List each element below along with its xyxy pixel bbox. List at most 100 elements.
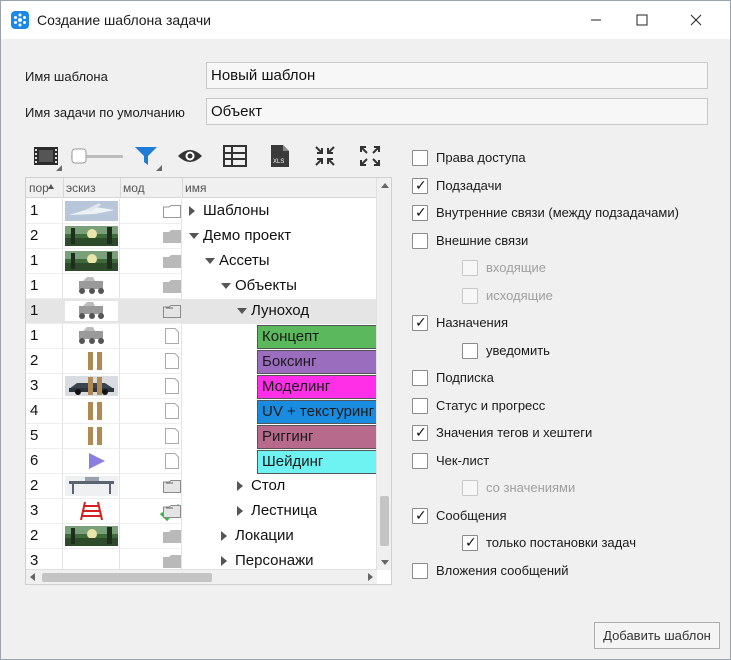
horizontal-scroll-thumb[interactable] — [42, 573, 212, 582]
scroll-right-icon[interactable] — [368, 573, 373, 581]
chevron-right-icon[interactable] — [189, 206, 195, 216]
row-name-cell: Ассеты — [183, 249, 377, 274]
option-label: Назначения — [436, 315, 509, 330]
svg-text:XLS: XLS — [273, 159, 284, 165]
task-item[interactable]: Боксинг — [257, 350, 377, 374]
check-mark-icon: ✓ — [415, 176, 427, 193]
vertical-scroll-thumb[interactable] — [380, 496, 389, 546]
chevron-down-icon[interactable] — [189, 233, 199, 239]
checkbox[interactable]: ✓ — [412, 176, 428, 194]
task-item[interactable]: Моделинг — [257, 375, 377, 399]
document-icon — [165, 328, 179, 347]
checkbox[interactable] — [412, 397, 428, 414]
template-name-label: Имя шаблона — [25, 69, 108, 84]
tree-row[interactable]: 5 Риггинг — [26, 424, 377, 449]
pause-bars-icon — [88, 426, 104, 449]
folder-icon — [163, 255, 181, 271]
horizontal-scrollbar[interactable] — [26, 569, 377, 584]
task-item[interactable]: Шейдинг — [257, 450, 377, 474]
checkbox[interactable]: ✓ — [462, 534, 478, 551]
thumbnail-image — [65, 251, 118, 271]
folder-icon — [163, 230, 181, 246]
chevron-down-icon[interactable] — [221, 283, 231, 289]
checkbox[interactable] — [412, 370, 428, 386]
row-thumbnail — [63, 474, 120, 499]
tree-row[interactable]: 3 Моделинг — [26, 374, 377, 399]
chevron-right-icon[interactable] — [237, 481, 243, 491]
folder-icon — [163, 530, 181, 546]
row-thumbnail — [63, 249, 120, 274]
checkbox[interactable] — [412, 150, 428, 166]
tree-row[interactable]: 2 Локации — [26, 524, 377, 549]
row-thumbnail — [63, 324, 120, 349]
eye-icon[interactable] — [175, 141, 205, 171]
chevron-down-icon[interactable] — [205, 258, 215, 264]
thumbnail-size-slider[interactable] — [69, 141, 125, 171]
tree-row[interactable]: 2 Стол — [26, 474, 377, 499]
row-order: 2 — [26, 349, 63, 374]
add-template-button[interactable]: Добавить шаблон — [594, 622, 720, 649]
close-button[interactable] — [673, 1, 719, 39]
row-mod — [120, 299, 182, 324]
chevron-right-icon[interactable] — [237, 506, 243, 516]
checkbox[interactable] — [412, 452, 428, 469]
tree-row[interactable]: 1 Концепт — [26, 324, 377, 349]
filter-icon[interactable] — [131, 141, 162, 171]
row-order: 1 — [26, 199, 63, 224]
row-thumbnail — [63, 224, 120, 249]
tree-row[interactable]: 3 Лестница — [26, 499, 377, 524]
checkbox[interactable]: ✓ — [412, 424, 428, 441]
xls-export-icon[interactable]: XLS — [266, 141, 294, 171]
vertical-scrollbar[interactable] — [376, 178, 391, 570]
tree-row[interactable]: 1 Шаблоны — [26, 199, 377, 224]
chevron-down-icon[interactable] — [237, 308, 247, 314]
collapse-icon[interactable] — [311, 141, 339, 171]
film-icon[interactable] — [31, 141, 62, 171]
column-mod[interactable]: мод — [123, 181, 145, 195]
tree-row[interactable]: 1 Ассеты — [26, 249, 377, 274]
option-label: Чек-лист — [436, 452, 490, 468]
row-name: Стол — [251, 477, 286, 494]
row-order: 6 — [26, 449, 63, 474]
row-order: 1 — [26, 274, 63, 299]
expand-icon[interactable] — [356, 141, 384, 171]
task-item[interactable]: Концепт — [257, 325, 377, 349]
column-name[interactable]: имя — [185, 181, 206, 195]
row-name-cell: Демо проект — [183, 224, 377, 249]
scroll-down-icon[interactable] — [381, 560, 389, 565]
row-name-cell: Луноход — [183, 299, 377, 324]
tree-row[interactable]: 6 Шейдинг — [26, 449, 377, 474]
row-name-cell: Лестница — [183, 499, 377, 524]
scroll-left-icon[interactable] — [30, 573, 35, 581]
row-mod — [120, 474, 182, 499]
chevron-right-icon[interactable] — [221, 556, 227, 566]
checkbox[interactable] — [412, 562, 428, 579]
chevron-right-icon[interactable] — [221, 531, 227, 541]
tree-row[interactable]: 2 Боксинг — [26, 349, 377, 374]
checkbox[interactable]: ✓ — [412, 204, 428, 221]
checkbox[interactable]: ✓ — [412, 314, 428, 331]
row-name: Объекты — [235, 277, 297, 294]
checkbox[interactable] — [412, 232, 428, 249]
tree-row[interactable]: 4 UV + текстуринг — [26, 399, 377, 424]
task-item[interactable]: Риггинг — [257, 425, 377, 449]
row-name: Персонажи — [235, 552, 314, 569]
tree-row[interactable]: 2 Демо проект — [26, 224, 377, 249]
option-label: Внутренние связи (между подзадачами) — [436, 205, 679, 220]
scroll-up-icon[interactable] — [381, 183, 389, 188]
checkbox[interactable] — [462, 342, 478, 359]
tree-row[interactable]: 1 Луноход — [26, 299, 377, 324]
sort-arrow-icon — [48, 184, 54, 189]
tree-row[interactable]: 1 Объекты — [26, 274, 377, 299]
checkbox[interactable]: ✓ — [412, 507, 428, 524]
maximize-button[interactable] — [619, 1, 665, 39]
default-task-input[interactable] — [206, 98, 708, 125]
row-name: Демо проект — [203, 227, 292, 244]
minimize-button[interactable] — [573, 1, 619, 39]
grid-icon[interactable] — [220, 141, 250, 171]
row-order: 1 — [26, 249, 63, 274]
template-name-input[interactable] — [206, 62, 708, 89]
option-label: Права доступа — [436, 150, 526, 165]
column-sketch[interactable]: эскиз — [66, 181, 96, 195]
task-item[interactable]: UV + текстуринг — [257, 400, 377, 424]
